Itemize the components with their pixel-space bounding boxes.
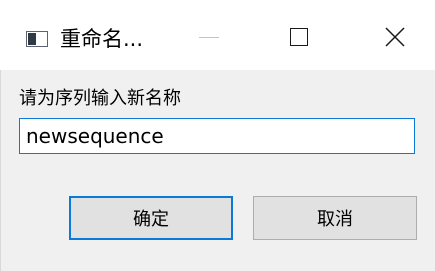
window-title: 重命名... [60, 27, 144, 51]
minimize-button[interactable] [186, 14, 232, 60]
maximize-icon [290, 28, 308, 46]
rename-dialog: 重命名... 请为序列输入新名称 确定 取消 [0, 0, 435, 271]
minimize-icon [199, 36, 219, 38]
window-icon [26, 31, 48, 47]
maximize-button[interactable] [276, 14, 322, 60]
ok-button[interactable]: 确定 [69, 196, 233, 240]
cancel-button[interactable]: 取消 [253, 196, 417, 240]
title-bar[interactable]: 重命名... [0, 0, 435, 70]
window-border [0, 70, 1, 271]
prompt-label: 请为序列输入新名称 [19, 88, 181, 109]
close-icon [385, 27, 405, 47]
close-button[interactable] [372, 14, 418, 60]
sequence-name-input[interactable] [19, 118, 415, 154]
